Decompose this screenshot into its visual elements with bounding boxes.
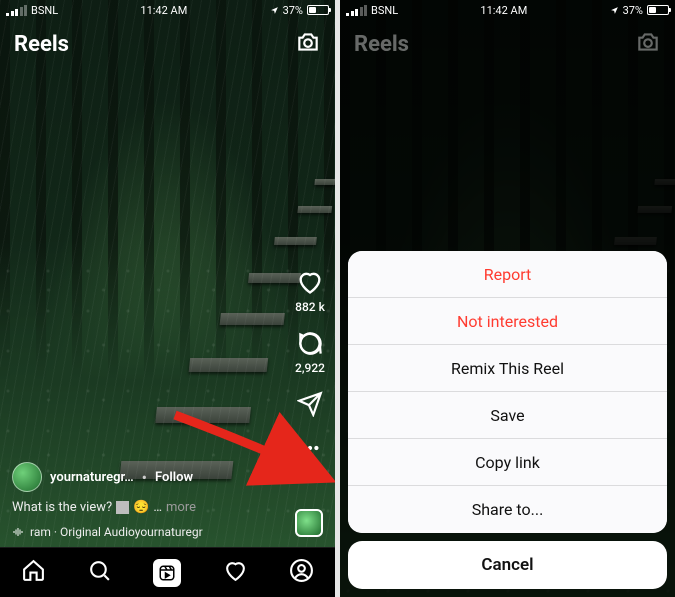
battery-icon bbox=[307, 5, 329, 15]
clock-label: 11:42 AM bbox=[480, 4, 527, 17]
reel-action-column: 882 k 2,922 bbox=[295, 268, 325, 459]
carrier-label: BSNL bbox=[31, 4, 58, 17]
comments-count: 2,922 bbox=[295, 361, 325, 375]
camera-button[interactable] bbox=[295, 29, 321, 59]
user-avatar[interactable] bbox=[12, 462, 42, 492]
home-tab[interactable] bbox=[21, 558, 46, 587]
battery-pct-label: 37% bbox=[283, 4, 303, 17]
sheet-copy-link[interactable]: Copy link bbox=[348, 439, 667, 486]
sheet-not-interested[interactable]: Not interested bbox=[348, 298, 667, 345]
comment-icon bbox=[297, 330, 324, 357]
emoji-pensive: 😔 bbox=[133, 500, 149, 515]
reels-screen-actionsheet: BSNL 11:42 AM 37% Reels ial Audioyournat… bbox=[340, 0, 675, 597]
battery-pct-label: 37% bbox=[623, 4, 643, 17]
signal-icon bbox=[346, 5, 367, 16]
separator-dot: • bbox=[142, 468, 147, 487]
sheet-remix[interactable]: Remix This Reel bbox=[348, 345, 667, 392]
caption-text: What is the view? bbox=[12, 500, 112, 515]
action-sheet: Report Not interested Remix This Reel Sa… bbox=[348, 251, 667, 589]
heart-outline-icon bbox=[223, 558, 248, 583]
heart-icon bbox=[296, 268, 324, 296]
status-bar: BSNL 11:42 AM 37% bbox=[340, 0, 675, 20]
profile-tab[interactable] bbox=[289, 558, 314, 587]
audio-text: ram · Original Audioyournaturegr bbox=[30, 525, 203, 539]
sheet-report[interactable]: Report bbox=[348, 251, 667, 298]
paper-plane-icon bbox=[297, 391, 323, 417]
page-title: Reels bbox=[14, 32, 69, 57]
audio-bars-icon bbox=[12, 526, 24, 538]
reels-screen-main: BSNL 11:42 AM 37% Reels 882 k 2,922 bbox=[0, 0, 335, 597]
caption[interactable]: What is the view? 😔 … more bbox=[12, 500, 323, 515]
follow-button[interactable]: Follow bbox=[155, 470, 193, 485]
more-horizontal-icon bbox=[299, 437, 321, 459]
home-icon bbox=[21, 558, 46, 583]
clock-label: 11:42 AM bbox=[140, 4, 187, 17]
audio-thumbnail[interactable] bbox=[295, 509, 323, 537]
sheet-cancel[interactable]: Cancel bbox=[348, 541, 667, 589]
signal-icon bbox=[6, 5, 27, 16]
more-options-button[interactable] bbox=[299, 437, 321, 459]
emoji-placeholder bbox=[116, 501, 129, 514]
search-icon bbox=[87, 558, 112, 583]
reels-tab[interactable] bbox=[153, 559, 181, 587]
profile-icon bbox=[289, 558, 314, 583]
search-tab[interactable] bbox=[87, 558, 112, 587]
reels-icon bbox=[158, 564, 176, 582]
reels-header: Reels bbox=[0, 22, 335, 66]
comment-button[interactable]: 2,922 bbox=[295, 330, 325, 375]
more-label: more bbox=[166, 500, 196, 515]
battery-icon bbox=[647, 5, 669, 15]
page-title: Reels bbox=[354, 32, 409, 57]
camera-button[interactable] bbox=[635, 29, 661, 59]
like-button[interactable]: 882 k bbox=[295, 268, 325, 314]
audio-info[interactable]: ram · Original Audioyournaturegr bbox=[12, 525, 323, 539]
status-bar: BSNL 11:42 AM 37% bbox=[0, 0, 335, 20]
sheet-save[interactable]: Save bbox=[348, 392, 667, 439]
sheet-share-to[interactable]: Share to... bbox=[348, 486, 667, 533]
reel-meta: yournaturegr… • Follow What is the view?… bbox=[12, 462, 323, 539]
share-button[interactable] bbox=[297, 391, 323, 417]
location-icon bbox=[270, 6, 279, 15]
reels-header: Reels bbox=[340, 22, 675, 66]
username-label[interactable]: yournaturegr… bbox=[50, 470, 134, 485]
bottom-nav bbox=[0, 547, 335, 597]
carrier-label: BSNL bbox=[371, 4, 398, 17]
location-icon bbox=[610, 6, 619, 15]
likes-count: 882 k bbox=[295, 300, 325, 314]
activity-tab[interactable] bbox=[223, 558, 248, 587]
